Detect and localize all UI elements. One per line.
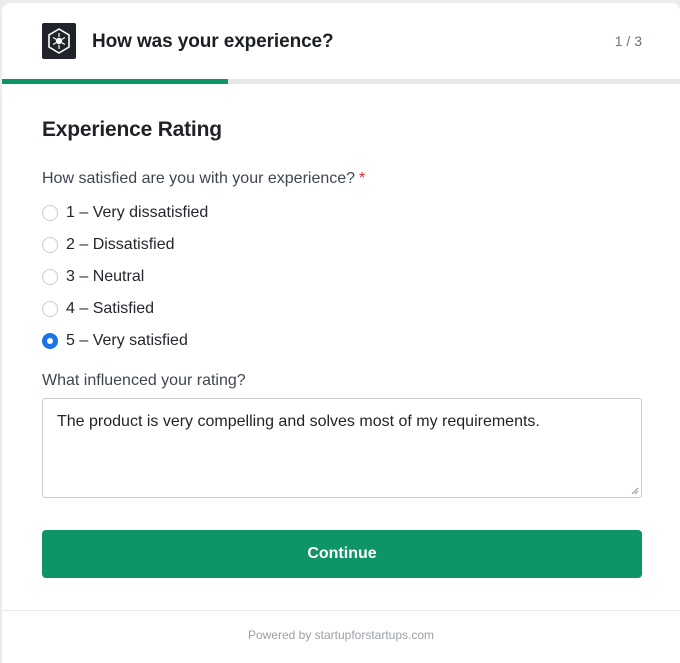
rating-option-label: 1 – Very dissatisfied: [66, 204, 209, 221]
required-asterisk: *: [359, 170, 366, 187]
survey-header: How was your experience? 1 / 3: [2, 3, 680, 80]
continue-button[interactable]: Continue: [42, 530, 642, 578]
rating-option-2[interactable]: 2 – Dissatisfied: [42, 229, 208, 261]
radio-button[interactable]: [42, 333, 58, 349]
rating-option-label: 2 – Dissatisfied: [66, 236, 175, 253]
survey-title: How was your experience?: [92, 31, 334, 52]
footer-divider: [2, 610, 680, 611]
resize-grip-icon[interactable]: [631, 487, 639, 495]
rating-option-5[interactable]: 5 – Very satisfied: [42, 325, 208, 357]
radio-button[interactable]: [42, 205, 58, 221]
radio-button[interactable]: [42, 237, 58, 253]
rating-option-label: 3 – Neutral: [66, 268, 145, 285]
rating-option-4[interactable]: 4 – Satisfied: [42, 293, 208, 325]
rating-option-3[interactable]: 3 – Neutral: [42, 261, 208, 293]
progress-bar: [2, 79, 680, 84]
influence-textarea-value: The product is very compelling and solve…: [57, 413, 540, 430]
satisfaction-question-label: How satisfied are you with your experien…: [42, 170, 365, 188]
satisfaction-radio-group: 1 – Very dissatisfied 2 – Dissatisfied 3…: [42, 197, 208, 357]
influence-question-label: What influenced your rating?: [42, 372, 246, 389]
section-title: Experience Rating: [42, 118, 222, 141]
powered-by-footer: Powered by startupforstartups.com: [247, 628, 435, 642]
radio-button[interactable]: [42, 301, 58, 317]
rating-option-label: 5 – Very satisfied: [66, 332, 188, 349]
rating-option-label: 4 – Satisfied: [66, 300, 155, 317]
survey-card: How was your experience? 1 / 3 Experienc…: [2, 3, 680, 663]
influence-textarea[interactable]: The product is very compelling and solve…: [42, 398, 642, 498]
step-indicator: 1 / 3: [614, 33, 642, 49]
satisfaction-question-text: How satisfied are you with your experien…: [42, 170, 356, 187]
hexagon-logo-icon: [42, 23, 76, 59]
rating-option-1[interactable]: 1 – Very dissatisfied: [42, 197, 208, 229]
progress-bar-fill: [2, 79, 228, 84]
radio-button[interactable]: [42, 269, 58, 285]
